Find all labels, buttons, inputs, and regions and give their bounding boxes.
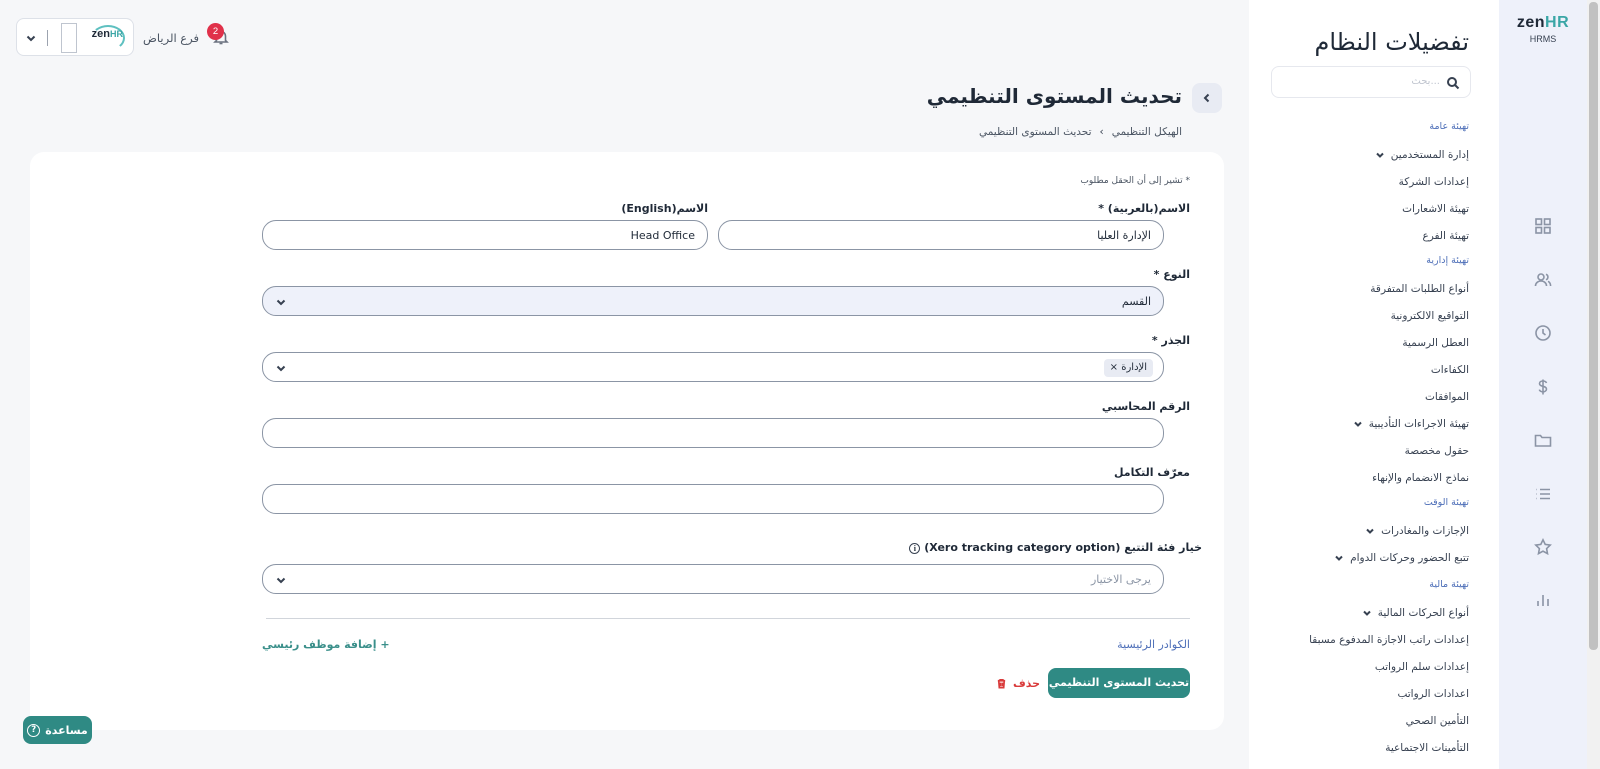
chevron-down-icon [275, 362, 287, 374]
group-general: تهيئة عامة [1429, 121, 1469, 132]
back-button[interactable] [1192, 83, 1222, 113]
group-finance: تهيئة مالية [1429, 579, 1469, 590]
root-tag: الإدارة × [1103, 359, 1153, 377]
add-key-staff-link[interactable]: + إضافة موظف رئيسي [262, 638, 390, 651]
sidebar-item-social-insurance[interactable]: التأمينات الاجتماعية [1385, 742, 1469, 754]
sidebar-item-health-insurance[interactable]: التأمين الصحي [1406, 715, 1469, 727]
settings-title: تفضيلات النظام [1314, 28, 1470, 56]
name-en-label: الاسم(English) [621, 202, 708, 215]
group-admin: تهيئة إدارية [1426, 255, 1469, 266]
branch-name: فرع الرياض [143, 31, 200, 45]
breadcrumb-separator: › [1099, 126, 1104, 138]
breadcrumb: الهيكل التنظيمي › تحديث المستوى التنظيمي [979, 126, 1182, 138]
sidebar-item-disciplinary[interactable]: تهيئة الاجراءات التأديبية [1353, 418, 1469, 430]
sidebar-item-e-signatures[interactable]: التواقيع الالكترونية [1391, 310, 1469, 322]
people-icon[interactable] [1533, 270, 1553, 290]
sidebar-item-users[interactable]: إدارة المستخدمين [1375, 149, 1469, 161]
sidebar-item-prepaid-leave-salary[interactable]: إعدادات راتب الاجازة المدفوع مسبقا [1309, 634, 1469, 646]
chevron-down-icon [1362, 608, 1372, 618]
xero-label: خيار فئة التتبع (Xero tracking category … [909, 541, 1202, 554]
notification-badge: 2 [207, 23, 224, 40]
star-icon[interactable] [1533, 537, 1553, 557]
sidebar-item-company-settings[interactable]: إعدادات الشركة [1399, 176, 1469, 188]
chevron-down-icon [275, 296, 287, 308]
sidebar-item-payroll-settings[interactable]: اعدادات الرواتب [1397, 688, 1469, 700]
brand-logo[interactable]: zenHR HRMS [1499, 14, 1587, 44]
breadcrumb-link-org-structure[interactable]: الهيكل التنظيمي [1112, 126, 1182, 138]
sidebar-item-transaction-types[interactable]: أنواع الحركات المالية [1362, 607, 1469, 619]
help-button[interactable]: مساعدة ? [23, 716, 92, 744]
chevron-down-icon [1375, 150, 1385, 160]
settings-search-input[interactable]: بحث... [1271, 66, 1471, 98]
account-number-input[interactable] [262, 418, 1164, 448]
page-scrollbar[interactable] [1587, 0, 1600, 769]
chart-icon[interactable] [1533, 590, 1553, 610]
chevron-down-icon[interactable] [25, 32, 37, 44]
sidebar-item-holidays[interactable]: العطل الرسمية [1402, 337, 1469, 349]
avatar [61, 23, 77, 53]
folder-icon[interactable] [1533, 430, 1553, 450]
scrollbar-thumb[interactable] [1589, 2, 1598, 650]
type-label: النوع * [1153, 268, 1190, 281]
dashboard-icon[interactable] [1533, 216, 1553, 236]
clock-icon[interactable] [1533, 323, 1553, 343]
xero-select[interactable]: يرجى الاختيار [262, 564, 1164, 594]
sidebar-item-notifications[interactable]: تهيئة الاشعارات [1402, 203, 1469, 215]
list-icon[interactable] [1533, 484, 1553, 504]
account-number-label: الرقم المحاسبي [1101, 400, 1190, 413]
update-org-level-button[interactable]: تحديث المستوى التنظيمي [1048, 668, 1190, 698]
chevron-down-icon [1353, 419, 1363, 429]
branch-switcher[interactable]: zenHR [16, 18, 134, 56]
root-select[interactable]: الإدارة × [262, 352, 1164, 382]
chevron-left-icon [1203, 93, 1210, 103]
tag-remove-icon[interactable]: × [1110, 362, 1118, 373]
name-ar-label: الاسم(بالعربية) * [1098, 202, 1190, 215]
required-note: * تشير إلى أن الحقل مطلوب [1080, 176, 1190, 186]
search-icon [1446, 76, 1460, 90]
divider [47, 30, 48, 46]
form-card: * تشير إلى أن الحقل مطلوب الاسم(بالعربية… [30, 152, 1224, 730]
sidebar-item-salary-scale[interactable]: إعدادات سلم الرواتب [1375, 661, 1469, 673]
chevron-down-icon [1334, 553, 1344, 563]
sidebar-item-branch[interactable]: تهيئة الفرع [1422, 230, 1469, 242]
section-divider [266, 618, 1190, 619]
group-time: تهيئة الوقت [1423, 497, 1469, 508]
sidebar-item-competencies[interactable]: الكفاءات [1431, 364, 1469, 376]
sidebar-item-leaves[interactable]: الإجازات والمغادرات [1365, 525, 1469, 537]
sidebar-item-attendance[interactable]: تتبع الحضور وحركات الدوام [1334, 552, 1469, 564]
chevron-down-icon [1365, 526, 1375, 536]
company-logo: zenHR [91, 28, 123, 40]
sidebar-item-onboarding[interactable]: نماذج الانضمام والإنهاء [1372, 472, 1469, 484]
info-icon[interactable]: i [909, 542, 921, 554]
root-label: الجذر * [1151, 334, 1190, 347]
name-ar-input[interactable]: الإدارة العليا [718, 220, 1164, 250]
question-icon: ? [27, 723, 41, 737]
dollar-icon[interactable] [1533, 377, 1553, 397]
page-title: تحديث المستوى التنظيمي [926, 84, 1182, 108]
icon-rail: zenHR HRMS [1499, 0, 1587, 769]
settings-sidebar: تفضيلات النظام بحث... تهيئة عامة إدارة ا… [1249, 0, 1499, 769]
delete-button[interactable]: حذف [996, 677, 1040, 690]
trash-icon [997, 679, 1006, 689]
sidebar-item-approvals[interactable]: الموافقات [1425, 391, 1469, 403]
type-select[interactable]: القسم [262, 286, 1164, 316]
sidebar-item-request-types[interactable]: أنواع الطلبات المتفرقة [1370, 283, 1469, 295]
integration-id-input[interactable] [262, 484, 1164, 514]
breadcrumb-current: تحديث المستوى التنظيمي [978, 126, 1092, 138]
sidebar-item-custom-fields[interactable]: حقول مخصصة [1405, 445, 1469, 457]
integration-id-label: معرّف التكامل [1113, 466, 1190, 479]
key-staff-label: الكوادر الرئيسية [1117, 638, 1190, 651]
chevron-down-icon [275, 574, 287, 586]
name-en-input[interactable]: Head Office [262, 220, 708, 250]
